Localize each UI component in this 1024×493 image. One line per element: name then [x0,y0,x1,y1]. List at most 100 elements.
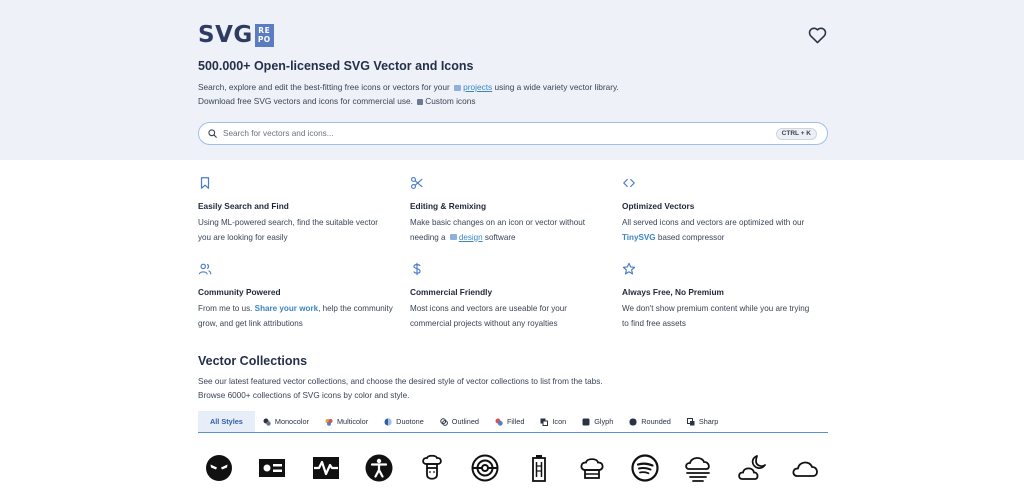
chef-icon[interactable] [417,453,447,483]
tab-glyph[interactable]: Glyph [574,411,621,432]
design-link[interactable]: design [459,233,483,242]
feature-title: Optimized Vectors [622,201,695,211]
moon-cloud-icon[interactable] [737,453,767,483]
battery-icon[interactable] [524,453,554,483]
tab-label: Sharp [698,417,719,426]
code-icon [623,178,635,188]
tab-label: Duotone [396,417,424,426]
hero-line1-prefix: Search, explore and edit the best-fittin… [198,82,450,92]
feature-title: Editing & Remixing [410,201,487,211]
feature-desc-line: Using ML-powered search, find the suitab… [198,218,378,227]
id-card-icon[interactable] [257,453,287,483]
tinysvg-link[interactable]: TinySVG [622,233,656,242]
chef-hat-icon[interactable] [577,453,607,483]
heart-icon[interactable] [808,26,827,44]
feature-search: Easily Search and Find Using ML-powered … [198,176,388,242]
collections-description-line1: See our latest featured vector collectio… [198,377,603,386]
tab-rounded[interactable]: Rounded [621,411,679,432]
feature-optimized: Optimized Vectors All served icons and v… [622,176,812,242]
feature-free: Always Free, No Premium We don't show pr… [622,262,812,328]
search-icon [208,129,217,138]
tab-label: Monocolor [274,417,309,426]
rounded-icon [629,418,637,425]
feature-editing: Editing & Remixing Make basic changes on… [410,176,600,242]
tab-all-styles[interactable]: All Styles [198,411,255,432]
logo-badge: RE PO [254,23,274,47]
duotone-icon [384,418,392,425]
feature-title: Easily Search and Find [198,201,289,211]
users-icon [198,263,212,275]
pokeball-icon[interactable] [470,453,500,483]
feature-desc-line: Most icons and vectors are useable for y… [410,304,568,313]
feature-description: Using ML-powered search, find the suitab… [198,216,408,245]
feature-desc-text: based compressor [657,232,725,242]
logo-badge-bottom: PO [257,35,271,44]
folder-icon [454,84,462,91]
pulse-icon[interactable] [311,453,341,483]
monocolor-icon [263,418,271,426]
scissors-icon [411,177,423,189]
search-bar[interactable]: Search for vectors and icons... CTRL + K [198,122,828,145]
tab-filled[interactable]: Filled [487,411,532,432]
design-icon [449,234,457,241]
spotify-icon[interactable] [630,453,660,483]
logo-text: SVG [198,22,253,48]
glyph-icon [582,418,590,425]
hero-description-line2: Download free SVG vectors and icons for … [198,96,475,106]
icon-style-icon [540,418,549,426]
bookmark-icon [200,177,210,189]
feature-desc-text: , help the community [318,304,393,313]
filled-icon [495,418,503,426]
tab-duotone[interactable]: Duotone [376,411,432,432]
tab-label: Multicolor [336,417,369,426]
fog-icon[interactable] [683,453,713,483]
star-icon [622,262,636,275]
sharp-icon [686,417,695,425]
tab-label: Filled [506,417,525,426]
collections-description-line2: Browse 6000+ collections of SVG icons by… [198,391,410,400]
tab-label: Outlined [451,417,479,426]
dollar-icon [413,262,421,276]
logo[interactable]: SVG RE PO [198,23,274,47]
feature-desc-line: All served icons and vectors are optimiz… [622,218,805,227]
feature-desc-line: grow, and get link attributions [198,318,303,328]
cloud-icon[interactable] [790,453,820,483]
tab-monocolor[interactable]: Monocolor [255,411,317,432]
tab-outlined[interactable]: Outlined [432,411,487,432]
feature-description: From me to us. Share your work, help the… [198,302,408,331]
tab-sharp[interactable]: Sharp [679,411,726,432]
logo-badge-top: RE [258,25,271,35]
feature-commercial: Commercial Friendly Most icons and vecto… [410,262,600,328]
multicolor-icon [325,418,333,426]
feature-desc-text: needing a [410,232,446,242]
feature-description: All served icons and vectors are optimiz… [622,216,832,245]
collections-title: Vector Collections [198,354,308,368]
tab-label: Glyph [594,417,614,426]
hero-title: 500.000+ Open-licensed SVG Vector and Ic… [198,59,474,73]
feature-desc-text: From me to us. [198,304,253,313]
feature-description: We don't show premium content while you … [622,302,832,331]
tab-label: Icon [552,417,567,426]
feature-description: Make basic changes on an icon or vector … [410,216,620,245]
collection-preview-row [204,451,820,485]
feature-description: Most icons and vectors are useable for y… [410,302,620,331]
feature-title: Community Powered [198,287,281,297]
custom-icons-icon [417,98,424,105]
outlined-icon [440,417,448,426]
projects-link[interactable]: projects [463,82,492,92]
feature-title: Commercial Friendly [410,287,493,297]
hero-line2-prefix: Download free SVG vectors and icons for … [198,96,413,106]
feature-desc-line: to find free assets [622,318,686,328]
hero-description-line1: Search, explore and edit the best-fittin… [198,82,619,92]
custom-icons-link[interactable]: Custom icons [425,96,475,106]
share-your-work-link[interactable]: Share your work [255,304,318,313]
search-shortcut-badge: CTRL + K [775,127,817,140]
feature-desc-line: commercial projects without any royaltie… [410,318,558,328]
feature-desc-line: Make basic changes on an icon or vector … [410,218,586,227]
tab-multicolor[interactable]: Multicolor [317,411,376,432]
accessibility-icon[interactable] [364,453,394,483]
tab-icon[interactable]: Icon [532,411,574,432]
alien-icon[interactable] [204,453,234,483]
search-input[interactable]: Search for vectors and icons... [223,129,776,138]
feature-community: Community Powered From me to us. Share y… [198,262,393,328]
